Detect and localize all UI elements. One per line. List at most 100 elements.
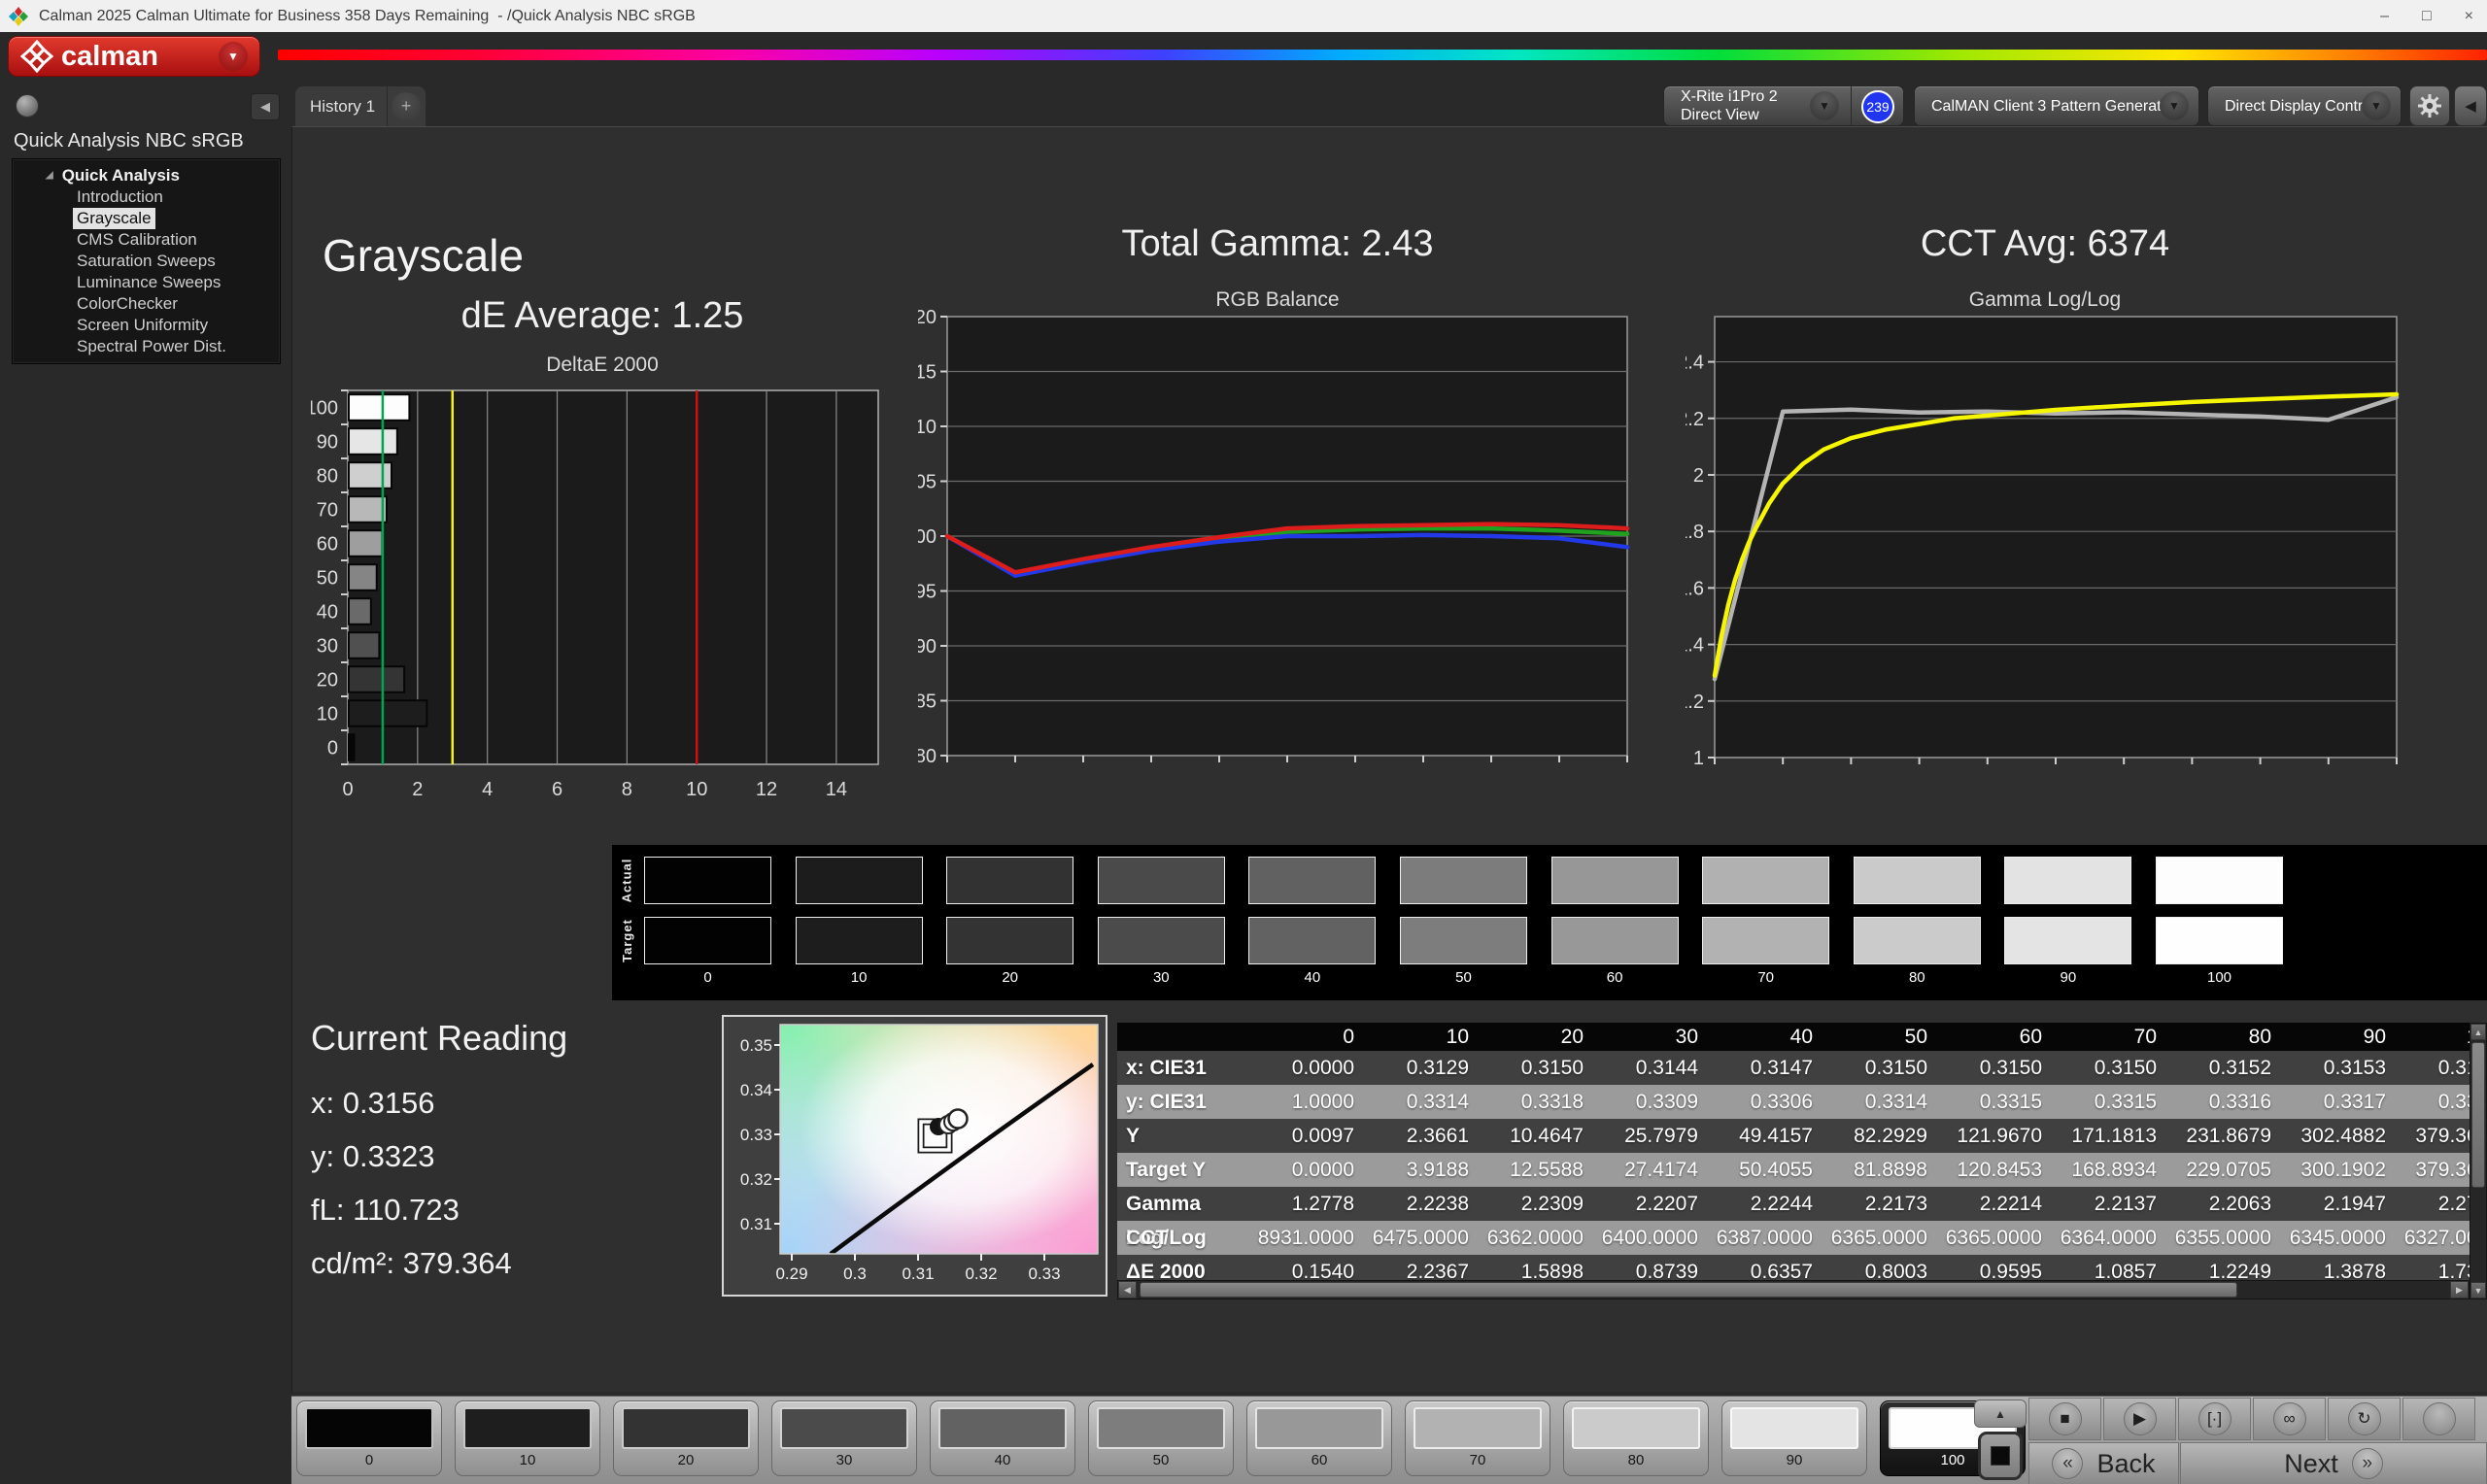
sidebar-item-colorchecker[interactable]: ColorChecker	[13, 293, 280, 315]
minimize-button[interactable]: –	[2380, 8, 2389, 25]
deltae-bar-100	[348, 393, 411, 422]
table-cell: 1.3878	[2323, 1261, 2386, 1280]
scroll-up-button[interactable]: ▲	[2470, 1024, 2486, 1040]
table-cell: 50.4055	[1739, 1159, 1813, 1181]
table-cell: 379.3640	[2415, 1125, 2470, 1147]
sidebar-item-screen-uniformity[interactable]: Screen Uniformity	[13, 315, 280, 336]
settings-button[interactable]	[2409, 85, 2450, 126]
pattern-step-button[interactable]: [·]	[2178, 1398, 2251, 1440]
actual-swatch-0	[644, 857, 771, 904]
table-cell: 6365.0000	[1945, 1227, 2042, 1249]
panel-collapse-button[interactable]: ◀	[2454, 85, 2487, 126]
pattern-level-button-60[interactable]: 60	[1246, 1400, 1392, 1476]
svg-text:40: 40	[1977, 772, 1998, 773]
table-cell: 2.1947	[2323, 1193, 2386, 1215]
pattern-level-button-20[interactable]: 20	[613, 1400, 759, 1476]
pattern-level-button-40[interactable]: 40	[930, 1400, 1075, 1476]
svg-text:105: 105	[918, 472, 937, 493]
tree-node-quick-analysis[interactable]: ◢ Quick Analysis	[13, 164, 280, 186]
pattern-level-swatch	[463, 1407, 592, 1449]
pattern-level-button-0[interactable]: 0	[296, 1400, 442, 1476]
reading-cd-m: cd/m²: 379.364	[311, 1246, 512, 1280]
sidebar-item-introduction[interactable]: Introduction	[13, 186, 280, 208]
close-button[interactable]: ×	[2465, 8, 2473, 25]
loop-button[interactable]: ↻	[2328, 1398, 2401, 1440]
table-cell: 121.9670	[1957, 1125, 2042, 1147]
pattern-level-button-80[interactable]: 80	[1563, 1400, 1709, 1476]
cct-avg-heading: CCT Avg: 6374	[1920, 223, 2170, 264]
workflow-radio-icon[interactable]	[16, 94, 39, 118]
sidebar-item-cms-calibration[interactable]: CMS Calibration	[13, 229, 280, 251]
tree-expander-icon[interactable]: ◢	[46, 170, 53, 181]
next-button[interactable]: Next »	[2180, 1442, 2487, 1484]
horizontal-scroll-thumb[interactable]	[1140, 1282, 2237, 1298]
svg-text:0.29: 0.29	[775, 1265, 807, 1283]
maximize-button[interactable]: □	[2422, 8, 2432, 25]
sidebar-item-grayscale[interactable]: Grayscale	[13, 208, 280, 229]
table-vertical-scrollbar[interactable]: ▲ ▼	[2470, 1023, 2487, 1299]
scroll-left-button[interactable]: ◀	[1118, 1281, 1137, 1298]
stop-button[interactable]: ■	[2028, 1398, 2101, 1440]
tab-history[interactable]: History 1 +	[294, 85, 426, 126]
pattern-level-button-50[interactable]: 50	[1088, 1400, 1234, 1476]
pattern-generator-dropdown[interactable]: CalMAN Client 3 Pattern Generator ▼	[1914, 85, 2199, 126]
sidebar-collapse-button[interactable]: ◀	[251, 93, 280, 120]
scroll-right-button[interactable]: ▶	[2450, 1281, 2469, 1298]
table-cell: 0.3150	[1520, 1057, 1584, 1079]
loop-icon: ↻	[2347, 1402, 2381, 1435]
meter-caret-icon[interactable]: ▼	[1810, 91, 1839, 120]
display-control-caret-icon[interactable]: ▼	[2362, 91, 2391, 120]
pattern-generator-caret-icon[interactable]: ▼	[2160, 91, 2189, 120]
svg-text:2.4: 2.4	[1686, 353, 1704, 374]
pattern-level-swatch	[305, 1407, 433, 1449]
svg-text:60: 60	[317, 534, 338, 556]
actual-swatch-60	[1550, 857, 1679, 904]
table-cell: 2.2309	[1520, 1193, 1584, 1215]
table-cell: 49.4157	[1739, 1125, 1813, 1147]
current-reading-title: Current Reading	[311, 1018, 568, 1058]
meter-dropdown[interactable]: X-Rite i1Pro 2 Direct View ▼ 239	[1663, 85, 1904, 126]
pattern-level-button-30[interactable]: 30	[771, 1400, 917, 1476]
scroll-down-button[interactable]: ▼	[2470, 1282, 2486, 1298]
pattern-generator-name: CalMAN Client 3 Pattern Generator	[1931, 97, 2175, 115]
sidebar-item-spectral-power-dist[interactable]: Spectral Power Dist.	[13, 336, 280, 357]
target-swatch-60	[1550, 917, 1679, 964]
extra-button[interactable]	[2402, 1398, 2475, 1440]
table-cell: 10.4647	[1510, 1125, 1584, 1147]
svg-text:0.31: 0.31	[740, 1215, 772, 1233]
svg-text:80: 80	[1481, 770, 1502, 773]
pattern-level-button-70[interactable]: 70	[1405, 1400, 1550, 1476]
add-tab-button[interactable]: +	[392, 91, 422, 121]
svg-text:90: 90	[918, 636, 937, 658]
svg-text:10: 10	[1772, 772, 1793, 773]
back-button[interactable]: « Back	[2028, 1442, 2179, 1484]
meter-badge[interactable]: 239	[1861, 90, 1894, 123]
table-cell: 3.9188	[1406, 1159, 1469, 1181]
pattern-window-button[interactable]	[1978, 1432, 2023, 1480]
vertical-scroll-thumb[interactable]	[2471, 1042, 2485, 1188]
sidebar-item-luminance-sweeps[interactable]: Luminance Sweeps	[13, 272, 280, 293]
logo-caret-icon[interactable]: ▼	[219, 42, 248, 71]
svg-text:10: 10	[317, 704, 338, 725]
play-button[interactable]: ▶	[2103, 1398, 2176, 1440]
sidebar-item-saturation-sweeps[interactable]: Saturation Sweeps	[13, 251, 280, 272]
pattern-level-button-90[interactable]: 90	[1721, 1400, 1867, 1476]
table-cell: 2.2063	[2208, 1193, 2271, 1215]
swatch-level-label: 0	[703, 969, 712, 986]
svg-text:6: 6	[552, 779, 562, 798]
calman-logo-menu[interactable]: calman ▼	[8, 36, 260, 77]
swatch-level-label: 50	[1455, 969, 1472, 986]
table-col-header-70: 70	[2133, 1026, 2157, 1048]
display-control-dropdown[interactable]: Direct Display Control ▼	[2207, 85, 2402, 126]
display-control-name: Direct Display Control	[2225, 97, 2375, 115]
continuous-button[interactable]: ∞	[2253, 1398, 2326, 1440]
svg-text:10: 10	[686, 779, 707, 798]
table-horizontal-scrollbar[interactable]: ◀ ▶	[1117, 1280, 2470, 1299]
table-col-header-0: 0	[1343, 1026, 1354, 1048]
pattern-level-button-10[interactable]: 10	[455, 1400, 600, 1476]
table-cell: 8931.0000	[1257, 1227, 1354, 1249]
pattern-panel-up-button[interactable]: ▲	[1974, 1400, 2027, 1428]
pattern-toolbar: 0 10 20 30 40 50 60 70 80 90 100 ▲ ■ ▶ [·] ∞ ↻ « Back …	[291, 1396, 2487, 1484]
table-cell: 231.8679	[2186, 1125, 2271, 1147]
play-icon: ▶	[2123, 1402, 2157, 1435]
